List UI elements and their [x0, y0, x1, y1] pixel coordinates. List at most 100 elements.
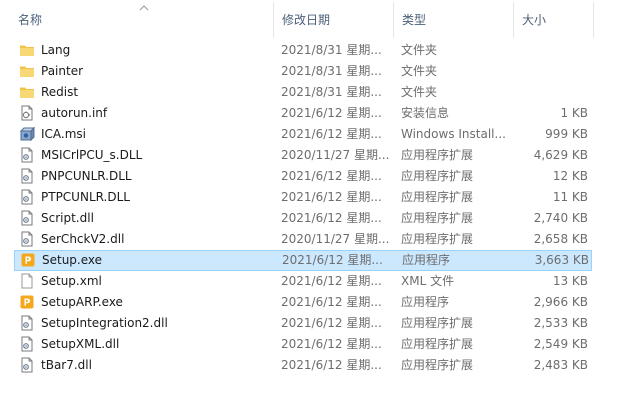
file-size: 999 KB: [545, 127, 588, 141]
file-modified-date: 2021/6/12 星期...: [281, 211, 382, 225]
dll-file-icon: [21, 336, 33, 352]
setup-info-icon: [21, 105, 33, 121]
file-size: 13 KB: [552, 274, 588, 288]
column-header-type-label: 类型: [402, 13, 427, 27]
column-divider[interactable]: [513, 2, 514, 38]
file-row[interactable]: SerChckV2.dll 2020/11/27 星期... 应用程序扩展 2,658…: [14, 229, 592, 250]
file-modified-date: 2021/6/12 星期...: [281, 127, 382, 141]
column-header-name-label: 名称: [18, 13, 43, 27]
file-row[interactable]: autorun.inf 2021/6/12 星期... 安装信息 1 KB: [14, 103, 592, 124]
file-modified-date: 2021/6/12 星期...: [281, 295, 382, 309]
file-type: 应用程序扩展: [401, 316, 474, 330]
column-header-size[interactable]: 大小: [518, 0, 592, 40]
file-size: 4,629 KB: [533, 148, 588, 162]
folder-icon: [20, 66, 34, 77]
file-icon-cell: [19, 229, 35, 250]
column-divider[interactable]: [593, 2, 594, 38]
file-type: 应用程序扩展: [401, 148, 474, 162]
file-row[interactable]: Script.dll 2021/6/12 星期... 应用程序扩展 2,740 KB: [14, 208, 592, 229]
file-size: [520, 82, 588, 103]
dll-file-icon: [21, 189, 33, 205]
file-type: XML 文件: [401, 274, 455, 288]
file-size: 3,663 KB: [534, 253, 589, 267]
file-icon-cell: [19, 145, 35, 166]
file-icon-cell: [19, 61, 35, 82]
file-name: Setup.exe: [42, 253, 103, 267]
file-type: 应用程序扩展: [401, 337, 474, 351]
file-name: ICA.msi: [41, 127, 87, 141]
file-row[interactable]: SetupARP.exe 2021/6/12 星期... 应用程序 2,966 KB: [14, 292, 592, 313]
file-icon-cell: [19, 103, 35, 124]
dll-file-icon: [21, 357, 33, 373]
file-row[interactable]: PNPCUNLR.DLL 2021/6/12 星期... 应用程序扩展 12 KB: [14, 166, 592, 187]
file-type: 应用程序扩展: [401, 358, 474, 372]
column-header-name[interactable]: 名称: [14, 0, 272, 40]
file-row[interactable]: ICA.msi 2021/6/12 星期... Windows Install...…: [14, 124, 592, 145]
file-icon-cell: [19, 124, 35, 145]
file-modified-date: 2021/6/12 星期...: [281, 274, 382, 288]
dll-file-icon: [21, 168, 33, 184]
file-row[interactable]: Setup.xml 2021/6/12 星期... XML 文件 13 KB: [14, 271, 592, 292]
file-icon-cell: [19, 82, 35, 103]
file-size: 1 KB: [560, 106, 588, 120]
file-name: Redist: [41, 85, 79, 99]
file-type: 应用程序扩展: [401, 211, 474, 225]
file-type: 应用程序扩展: [401, 232, 474, 246]
file-type: 应用程序扩展: [401, 169, 474, 183]
file-type: 应用程序: [401, 295, 450, 309]
column-header-bar: 名称 修改日期 类型 大小: [0, 0, 626, 40]
file-modified-date: 2020/11/27 星期...: [281, 232, 390, 246]
file-icon-cell: [19, 166, 35, 187]
column-divider[interactable]: [273, 2, 274, 38]
file-name: MSICrlPCU_s.DLL: [41, 148, 143, 162]
file-row[interactable]: SetupIntegration2.dll 2021/6/12 星期... 应用程序…: [14, 313, 592, 334]
file-type: 文件夹: [401, 43, 438, 57]
file-name: PTPCUNLR.DLL: [41, 190, 130, 204]
file-row[interactable]: PTPCUNLR.DLL 2021/6/12 星期... 应用程序扩展 11 KB: [14, 187, 592, 208]
file-size: [520, 61, 588, 82]
file-size: 2,966 KB: [533, 295, 588, 309]
dll-file-icon: [21, 231, 33, 247]
column-divider[interactable]: [393, 2, 394, 38]
file-type: 安装信息: [401, 106, 450, 120]
painter-app-icon: [20, 295, 34, 309]
file-modified-date: 2020/11/27 星期...: [281, 148, 390, 162]
file-row[interactable]: Setup.exe 2021/6/12 星期... 应用程序 3,663 KB: [14, 250, 592, 271]
file-modified-date: 2021/8/31 星期...: [281, 85, 382, 99]
file-row[interactable]: tBar7.dll 2021/6/12 星期... 应用程序扩展 2,483 KB: [14, 355, 592, 376]
dll-file-icon: [21, 210, 33, 226]
painter-app-icon: [21, 253, 35, 267]
file-name: Lang: [41, 43, 71, 57]
column-header-size-label: 大小: [522, 13, 547, 27]
file-name: Painter: [41, 64, 84, 78]
file-icon-cell: [19, 208, 35, 229]
file-name: Script.dll: [41, 211, 94, 225]
file-modified-date: 2021/6/12 星期...: [281, 358, 382, 372]
file-row[interactable]: Lang 2021/8/31 星期... 文件夹: [14, 40, 592, 61]
file-size: 12 KB: [552, 169, 588, 183]
file-row[interactable]: MSICrlPCU_s.DLL 2020/11/27 星期... 应用程序扩展 4,6…: [14, 145, 592, 166]
folder-icon: [20, 87, 34, 98]
file-icon-cell: [19, 313, 35, 334]
file-modified-date: 2021/6/12 星期...: [281, 169, 382, 183]
file-icon-cell: [19, 355, 35, 376]
file-size: 2,533 KB: [533, 316, 588, 330]
file-row[interactable]: Painter 2021/8/31 星期... 文件夹: [14, 61, 592, 82]
file-modified-date: 2021/6/12 星期...: [282, 253, 383, 267]
column-header-type[interactable]: 类型: [398, 0, 512, 40]
file-size: 2,483 KB: [533, 358, 588, 372]
file-row[interactable]: SetupXML.dll 2021/6/12 星期... 应用程序扩展 2,549 K…: [14, 334, 592, 355]
msi-package-icon: [19, 126, 35, 142]
file-name: tBar7.dll: [41, 358, 92, 372]
file-name: Setup.xml: [41, 274, 102, 288]
file-size: [520, 40, 588, 61]
file-icon-cell: [20, 250, 36, 271]
file-name: SetupXML.dll: [41, 337, 120, 351]
column-header-date[interactable]: 修改日期: [278, 0, 392, 40]
file-icon-cell: [19, 334, 35, 355]
file-row[interactable]: Redist 2021/8/31 星期... 文件夹: [14, 82, 592, 103]
dll-file-icon: [21, 315, 33, 331]
file-modified-date: 2021/6/12 星期...: [281, 190, 382, 204]
dll-file-icon: [21, 147, 33, 163]
file-type: 应用程序: [402, 253, 451, 267]
